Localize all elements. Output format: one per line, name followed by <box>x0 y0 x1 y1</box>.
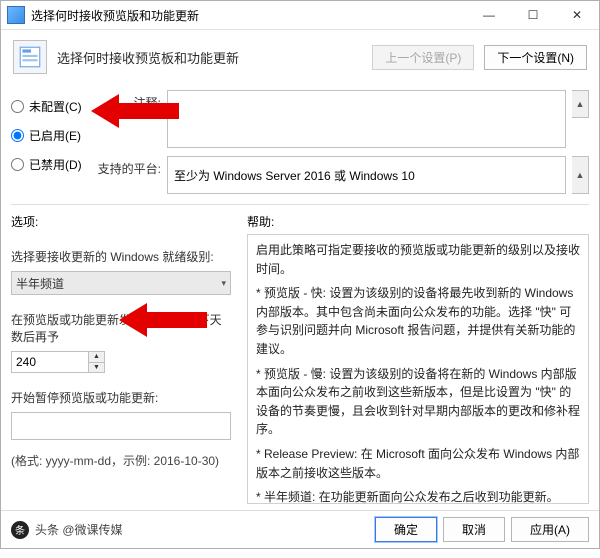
platform-value <box>167 156 566 194</box>
defer-days-spinner[interactable]: ▲ ▼ <box>11 351 231 373</box>
radio-enabled-input[interactable] <box>11 129 24 142</box>
title-bar: 选择何时接收预览版和功能更新 — ☐ ✕ <box>1 1 599 30</box>
comment-label: 注释: <box>91 90 161 111</box>
minimize-button[interactable]: — <box>467 1 511 29</box>
date-format-hint: (格式: yyyy-mm-dd，示例: 2016-10-30) <box>11 452 231 469</box>
policy-icon <box>13 40 47 74</box>
footer-bar: 条 头条 @微课传媒 确定 取消 应用(A) <box>1 510 599 548</box>
cancel-button[interactable]: 取消 <box>443 517 505 542</box>
radio-enabled[interactable]: 已启用(E) <box>11 127 83 144</box>
close-button[interactable]: ✕ <box>555 1 599 29</box>
radio-enabled-label: 已启用(E) <box>29 127 81 144</box>
policy-state-section: 未配置(C) 已启用(E) 已禁用(D) 注释: ▲ 支持的平台: ▲ <box>1 84 599 196</box>
app-icon <box>7 6 25 24</box>
readiness-level-value: 半年频道 <box>16 275 64 292</box>
radio-disabled-input[interactable] <box>11 158 24 171</box>
radio-not-configured-label: 未配置(C) <box>29 98 82 115</box>
pause-date-label: 开始暂停预览版或功能更新: <box>11 389 231 406</box>
apply-button[interactable]: 应用(A) <box>511 517 589 542</box>
watermark-text: 头条 @微课传媒 <box>35 521 123 538</box>
divider <box>11 204 589 205</box>
radio-not-configured-input[interactable] <box>11 100 24 113</box>
radio-not-configured[interactable]: 未配置(C) <box>11 98 83 115</box>
comment-input[interactable] <box>167 90 566 148</box>
spinner-down-icon[interactable]: ▼ <box>89 363 104 373</box>
watermark: 条 头条 @微课传媒 <box>11 521 123 539</box>
options-label: 选项: <box>11 213 231 230</box>
ok-button[interactable]: 确定 <box>375 517 437 542</box>
next-setting-button[interactable]: 下一个设置(N) <box>484 45 587 70</box>
help-text: * 预览版 - 慢: 设置为该级别的设备将在新的 Windows 内部版本面向公… <box>256 365 580 439</box>
comment-scroll-up-icon[interactable]: ▲ <box>572 90 589 118</box>
help-pane[interactable]: 启用此策略可指定要接收的预览版或功能更新的级别以及接收时间。 * 预览版 - 快… <box>247 234 589 504</box>
platform-label: 支持的平台: <box>91 156 161 177</box>
readiness-level-combo[interactable]: 半年频道 ▾ <box>11 271 231 295</box>
help-text: * 预览版 - 快: 设置为该级别的设备将最先收到新的 Windows 内部版本… <box>256 284 580 358</box>
help-text: * Release Preview: 在 Microsoft 面向公众发布 Wi… <box>256 445 580 482</box>
defer-days-input[interactable] <box>11 351 89 373</box>
chevron-down-icon: ▾ <box>221 278 226 289</box>
policy-subtitle: 选择何时接收预览板和功能更新 <box>57 48 362 67</box>
defer-days-label: 在预览版或功能更新发布后, 延迟以下天数后再予 <box>11 311 231 345</box>
help-text: * 半年频道: 在功能更新面向公众发布之后收到功能更新。 <box>256 488 580 504</box>
readiness-level-label: 选择要接收更新的 Windows 就绪级别: <box>11 248 231 265</box>
help-label: 帮助: <box>247 213 589 230</box>
header-bar: 选择何时接收预览板和功能更新 上一个设置(P) 下一个设置(N) <box>1 30 599 84</box>
window-title: 选择何时接收预览版和功能更新 <box>31 7 467 24</box>
spinner-up-icon[interactable]: ▲ <box>89 352 104 363</box>
platform-scroll-up-icon[interactable]: ▲ <box>572 156 589 194</box>
pause-date-input[interactable] <box>11 412 231 440</box>
watermark-icon: 条 <box>11 521 29 539</box>
radio-disabled-label: 已禁用(D) <box>29 156 82 173</box>
maximize-button[interactable]: ☐ <box>511 1 555 29</box>
previous-setting-button[interactable]: 上一个设置(P) <box>372 45 474 70</box>
radio-disabled[interactable]: 已禁用(D) <box>11 156 83 173</box>
help-text: 启用此策略可指定要接收的预览版或功能更新的级别以及接收时间。 <box>256 241 580 278</box>
